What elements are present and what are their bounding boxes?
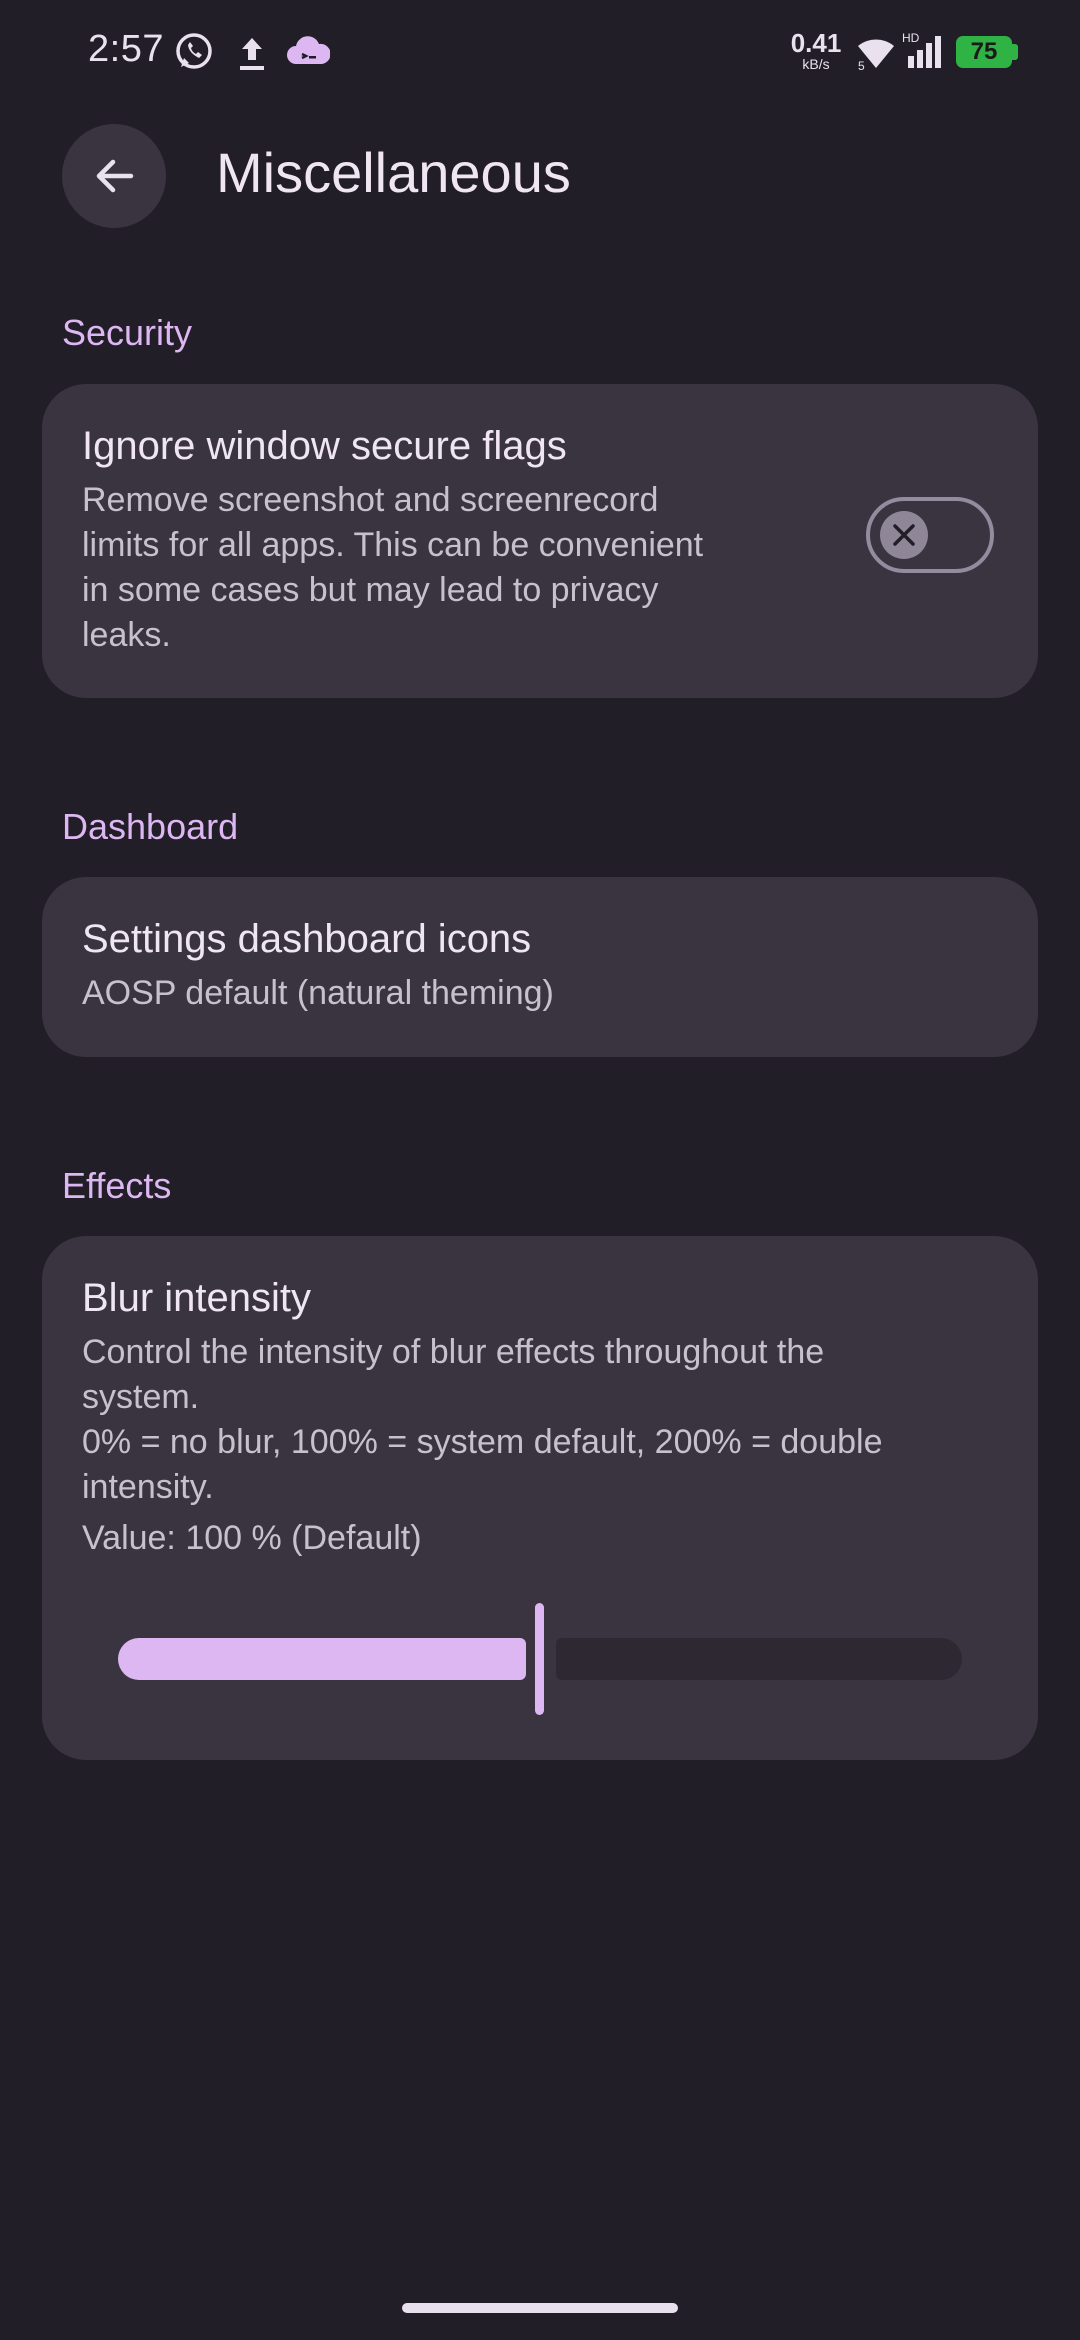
section-header-effects: Effects [62, 1165, 172, 1206]
section-header-security: Security [62, 312, 193, 353]
status-time: 2:57 [88, 28, 164, 70]
ignore-secure-flags-title: Ignore window secure flags [82, 424, 567, 468]
slider-inactive-track[interactable] [556, 1638, 962, 1680]
close-icon [893, 524, 915, 546]
slider-thumb[interactable] [535, 1603, 544, 1715]
settings-dashboard-icons-card[interactable]: Settings dashboard icons AOSP default (n… [42, 877, 1038, 1057]
battery-level: 75 [970, 38, 998, 65]
battery-icon: 75 [956, 36, 1012, 68]
network-speed-unit: kB/s [802, 56, 830, 72]
arrow-back-icon [96, 159, 134, 193]
blur-intensity-title: Blur intensity [82, 1276, 311, 1320]
settings-dashboard-icons-title: Settings dashboard icons [82, 917, 532, 961]
network-speed-value: 0.41 [790, 28, 842, 58]
svg-text:HD: HD [902, 31, 920, 45]
wifi-icon: 5 [856, 34, 896, 75]
status-bar: 2:57 0.41 kB/s 5 HD 75 [0, 0, 1080, 110]
battery-tip [1012, 44, 1018, 60]
blur-intensity-value: Value: 100 % (Default) [82, 1519, 422, 1557]
settings-dashboard-icons-summary: AOSP default (natural theming) [82, 974, 554, 1012]
home-indicator[interactable] [402, 2303, 678, 2313]
signal-icon: HD [902, 30, 946, 75]
ignore-secure-flags-summary: Remove screenshot and screenrecord limit… [82, 481, 704, 654]
toggle-knob [880, 511, 928, 559]
page-title: Miscellaneous [216, 141, 571, 204]
ignore-secure-flags-toggle[interactable] [866, 497, 994, 573]
upload-icon [236, 30, 268, 79]
whatsapp-icon [172, 30, 216, 79]
network-speed: 0.41 kB/s [790, 30, 842, 72]
section-header-dashboard: Dashboard [62, 806, 239, 847]
svg-text:5: 5 [858, 59, 865, 70]
cloud-app-icon [286, 30, 331, 79]
slider-active-track[interactable] [118, 1638, 526, 1680]
blur-intensity-summary: Control the intensity of blur effects th… [82, 1333, 883, 1506]
back-button[interactable] [62, 124, 166, 228]
